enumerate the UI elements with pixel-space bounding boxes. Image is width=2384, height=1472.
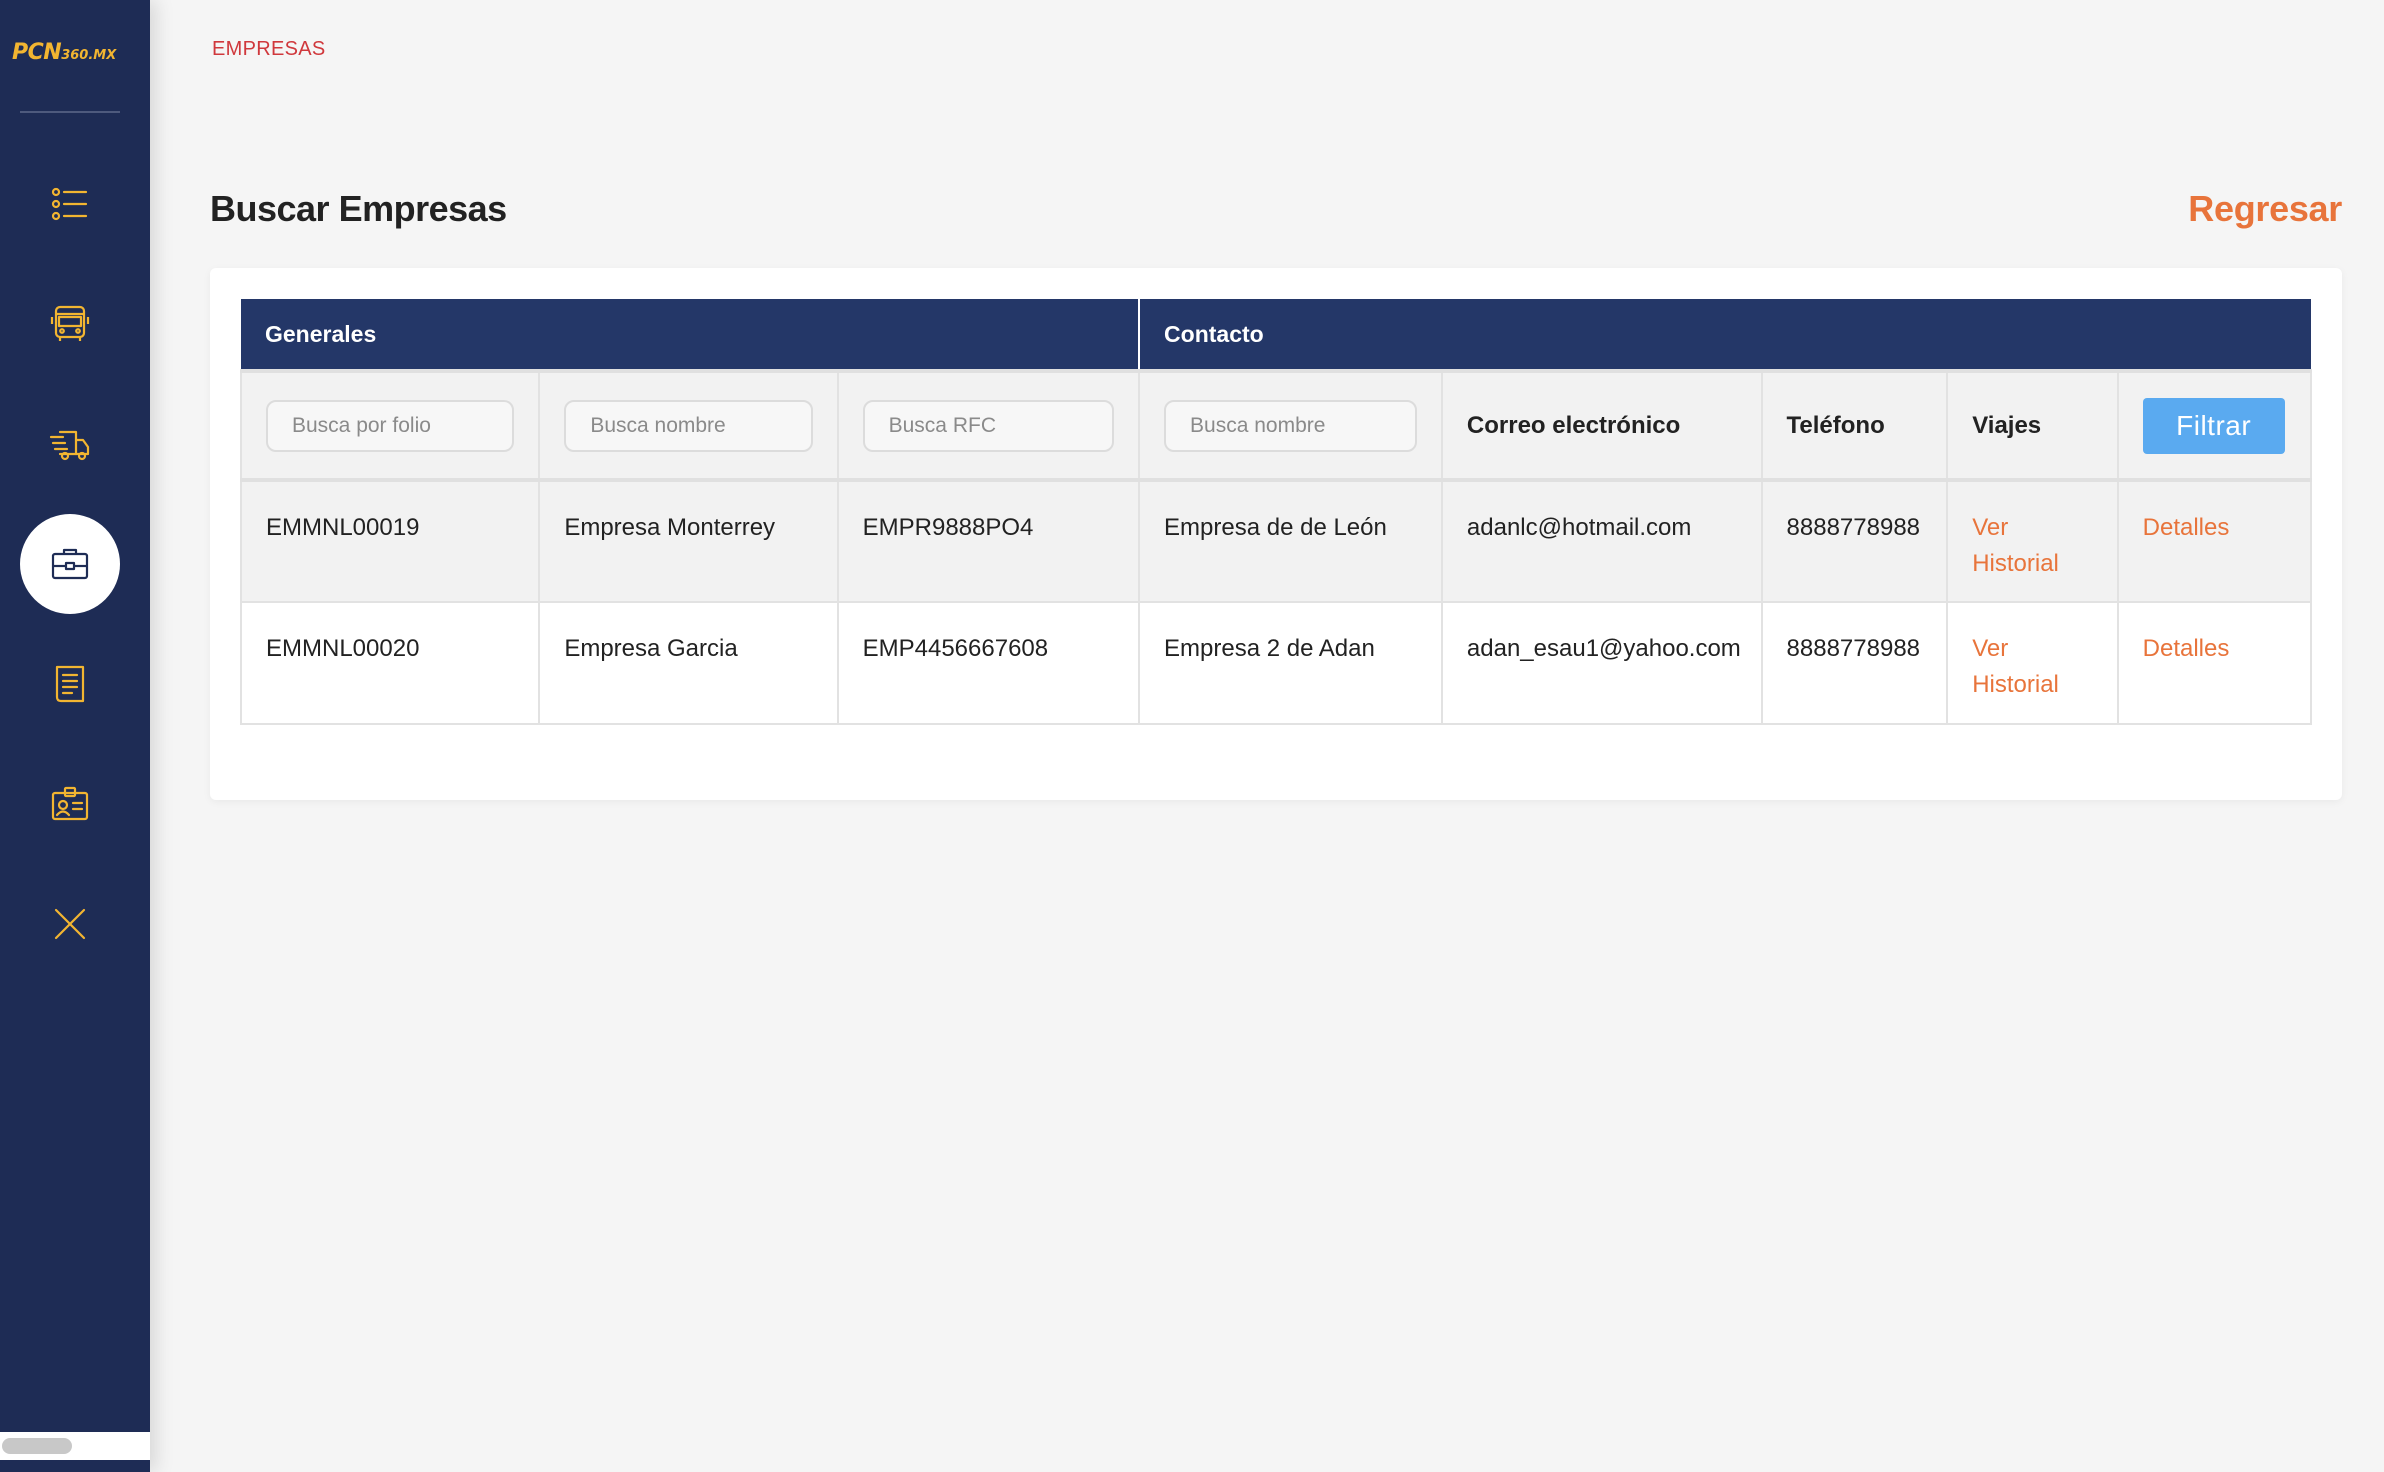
document-icon [55,665,85,703]
delivery-truck-icon [49,430,90,461]
cell-telefono: 8888778988 [1760,478,1949,603]
group-header-contacto: Contacto [1139,299,2311,371]
cell-contacto: Empresa 2 de Adan [1138,601,1443,725]
cell-nombre: Empresa Monterrey [538,478,839,603]
close-icon [54,908,86,940]
filter-cell-rfc [836,369,1141,481]
cell-rfc: EMP4456667608 [836,601,1141,725]
sidebar-item-logout[interactable] [20,874,120,974]
filter-cell-contacto [1138,369,1443,481]
detalles-link[interactable]: Detalles [2143,514,2230,541]
list-icon [51,187,88,221]
table-row: EMMNL00020 Empresa Garcia EMP4456667608 … [239,601,2313,725]
app-logo[interactable]: PCN360.MX [12,40,116,66]
page-title: Buscar Empresas [210,188,507,229]
column-header-correo: Correo electrónico [1440,369,1763,481]
column-header-telefono: Teléfono [1760,369,1949,481]
empresas-table: Generales Contacto Correo electrónico Te… [239,299,2313,725]
sidebar-item-list[interactable] [20,154,120,254]
detalles-link[interactable]: Detalles [2143,635,2230,662]
sidebar-item-contacts[interactable] [20,754,120,854]
column-header-viajes: Viajes [1946,369,2119,481]
filter-cell-folio [239,369,541,481]
sidebar-scrollbar-thumb[interactable] [2,1438,72,1454]
back-link[interactable]: Regresar [2188,188,2342,230]
sidebar: PCN360.MX [0,0,150,1472]
ver-historial-link[interactable]: Ver Historial [1972,514,2059,577]
cell-viajes: Ver Historial [1946,478,2119,603]
bus-icon [50,305,90,341]
cell-folio: EMMNL00019 [239,478,541,603]
filter-button[interactable]: Filtrar [2142,397,2285,454]
results-card: Generales Contacto Correo electrónico Te… [210,268,2342,800]
group-header-generales: Generales [241,299,1141,371]
cell-telefono: 8888778988 [1760,601,1949,725]
sidebar-item-bus[interactable] [20,274,120,374]
cell-detalles: Detalles [2116,478,2313,603]
table-row: EMMNL00019 Empresa Monterrey EMPR9888PO4… [239,478,2313,603]
sidebar-item-delivery[interactable] [20,394,120,494]
id-card-icon [51,786,89,821]
cell-viajes: Ver Historial [1946,601,2119,725]
sidebar-divider [20,111,120,113]
cell-nombre: Empresa Garcia [538,601,839,725]
cell-correo: adanlc@hotmail.com [1440,478,1763,603]
nombre-search-input[interactable] [564,399,813,452]
cell-correo: adan_esau1@yahoo.com [1440,601,1763,725]
breadcrumb[interactable]: EMPRESAS [212,38,326,61]
filter-cell-nombre [538,369,839,481]
folio-search-input[interactable] [266,399,515,452]
cell-detalles: Detalles [2116,601,2313,725]
cell-rfc: EMPR9888PO4 [836,478,1141,603]
sidebar-item-empresas[interactable] [20,514,120,614]
cell-folio: EMMNL00020 [239,601,541,725]
cell-contacto: Empresa de de León [1138,478,1443,603]
rfc-search-input[interactable] [862,399,1115,452]
sidebar-item-documents[interactable] [20,634,120,734]
briefcase-icon [51,548,89,580]
filter-cell-button: Filtrar [2116,369,2313,481]
ver-historial-link[interactable]: Ver Historial [1972,635,2059,698]
contacto-search-input[interactable] [1164,399,1417,452]
